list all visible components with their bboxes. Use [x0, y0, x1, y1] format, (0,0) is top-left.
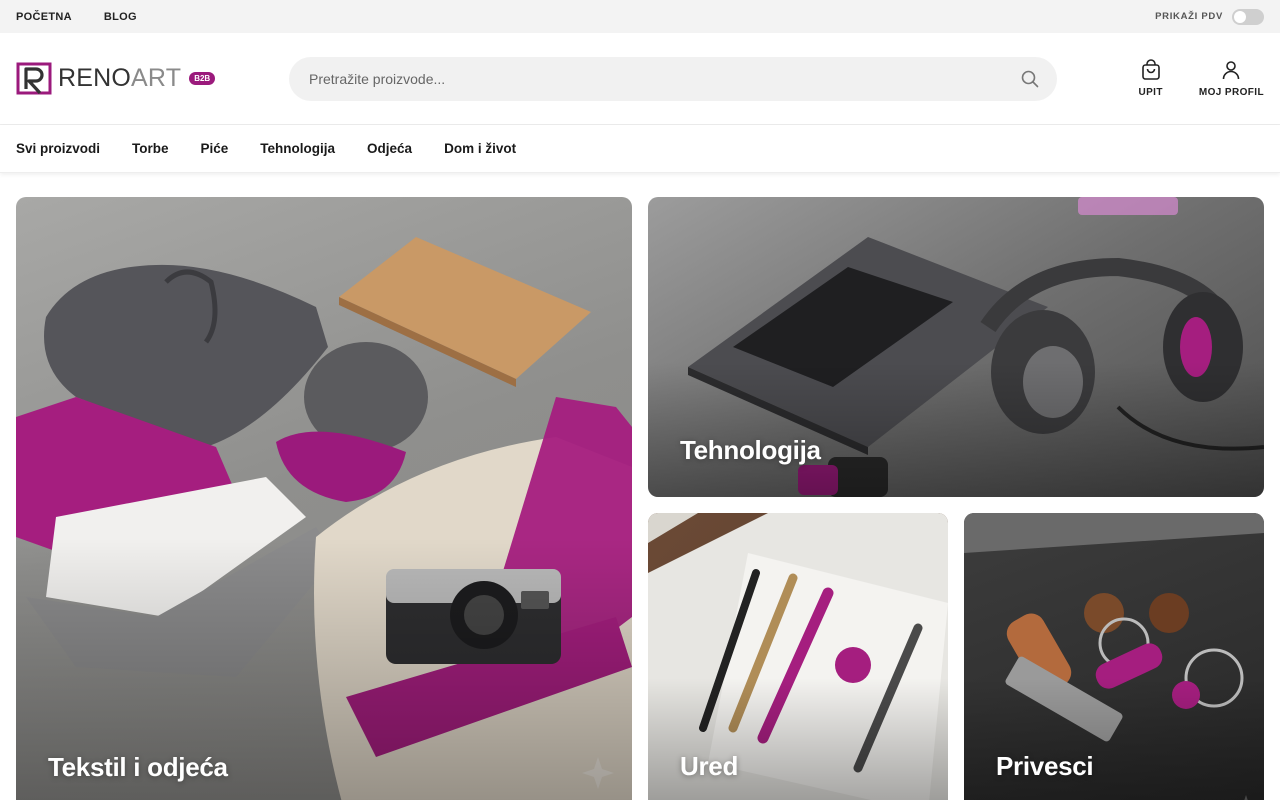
top-link-home[interactable]: POČETNA	[16, 11, 72, 23]
vat-toggle-group: PRIKAŽI PDV	[1155, 8, 1264, 25]
top-links: POČETNA BLOG	[16, 11, 137, 23]
category-label-tech: Tehnologija	[680, 435, 821, 465]
profile-button[interactable]: MOJ PROFIL	[1199, 59, 1264, 98]
logo-text: RENOART	[58, 64, 181, 93]
logo-mark-icon	[16, 62, 52, 95]
nav-clothing[interactable]: Odjeća	[367, 141, 412, 156]
search-icon[interactable]	[1021, 70, 1039, 88]
profile-label: MOJ PROFIL	[1198, 87, 1264, 98]
nav-technology[interactable]: Tehnologija	[260, 141, 335, 156]
category-label-office: Ured	[680, 751, 739, 781]
category-tile-tech[interactable]: Tehnologija	[648, 197, 1264, 497]
logo-text-dark: RENO	[58, 64, 132, 92]
category-tile-office[interactable]: Ured	[648, 513, 948, 800]
bag-icon	[1141, 59, 1160, 80]
logo-text-light: ART	[131, 64, 182, 92]
nav-all-products[interactable]: Svi proizvodi	[16, 141, 100, 156]
nav-home-living[interactable]: Dom i život	[444, 141, 516, 156]
header-actions: UPIT MOJ PROFIL	[1138, 59, 1264, 98]
tile-shade	[648, 362, 1264, 497]
vat-toggle[interactable]	[1232, 8, 1264, 25]
top-bar: POČETNA BLOG PRIKAŽI PDV	[0, 0, 1280, 33]
vat-toggle-label: PRIKAŽI PDV	[1155, 11, 1223, 22]
site-header: RENOART B2B UPIT MOJ PROFIL	[0, 33, 1280, 125]
nav-bags[interactable]: Torbe	[132, 141, 169, 156]
toggle-knob	[1234, 10, 1246, 23]
nav-drinks[interactable]: Piće	[201, 141, 229, 156]
search-bar	[289, 56, 1057, 101]
b2b-badge: B2B	[189, 72, 216, 85]
main-nav: Svi proizvodi Torbe Piće Tehnologija Odj…	[0, 125, 1280, 173]
category-label-textile: Tekstil i odjeća	[48, 752, 228, 782]
inquiry-label: UPIT	[1138, 87, 1163, 98]
inquiry-button[interactable]: UPIT	[1138, 59, 1162, 98]
search-input[interactable]	[309, 70, 909, 87]
top-link-blog[interactable]: BLOG	[104, 11, 137, 23]
category-tile-textile[interactable]: Tekstil i odjeća	[16, 197, 632, 800]
category-grid: Tekstil i odjeća Tehnologija Ured Prives…	[0, 173, 1280, 800]
user-icon	[1223, 61, 1240, 80]
category-label-keychains: Privesci	[996, 751, 1094, 781]
category-tile-keychains[interactable]: Privesci	[964, 513, 1264, 800]
logo[interactable]: RENOART B2B	[16, 62, 289, 95]
